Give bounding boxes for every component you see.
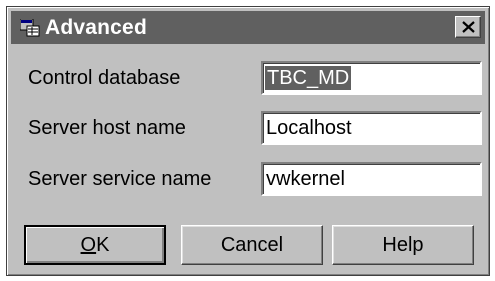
control-database-label: Control database [28, 67, 181, 89]
database-window-icon [19, 18, 40, 37]
cancel-button[interactable]: Cancel [181, 225, 323, 265]
window-title: Advanced [45, 16, 147, 39]
server-host-name-label: Server host name [28, 117, 186, 139]
server-host-name-field[interactable]: Localhost [261, 111, 482, 145]
advanced-dialog: Advanced Control database TBC_MD Server … [6, 6, 490, 276]
server-service-name-value: vwkernel [266, 168, 345, 190]
server-host-name-value: Localhost [266, 117, 352, 139]
close-icon [462, 21, 475, 33]
ok-label-rest: K [96, 234, 110, 256]
title-bar[interactable]: Advanced [11, 11, 485, 44]
control-database-value: TBC_MD [265, 66, 352, 90]
close-button[interactable] [455, 16, 481, 38]
help-button[interactable]: Help [332, 225, 474, 265]
control-database-field[interactable]: TBC_MD [261, 61, 482, 95]
server-service-name-label: Server service name [28, 168, 212, 190]
ok-button[interactable]: OK [24, 225, 166, 265]
ok-mnemonic: O [80, 234, 97, 256]
server-service-name-field[interactable]: vwkernel [261, 162, 482, 196]
